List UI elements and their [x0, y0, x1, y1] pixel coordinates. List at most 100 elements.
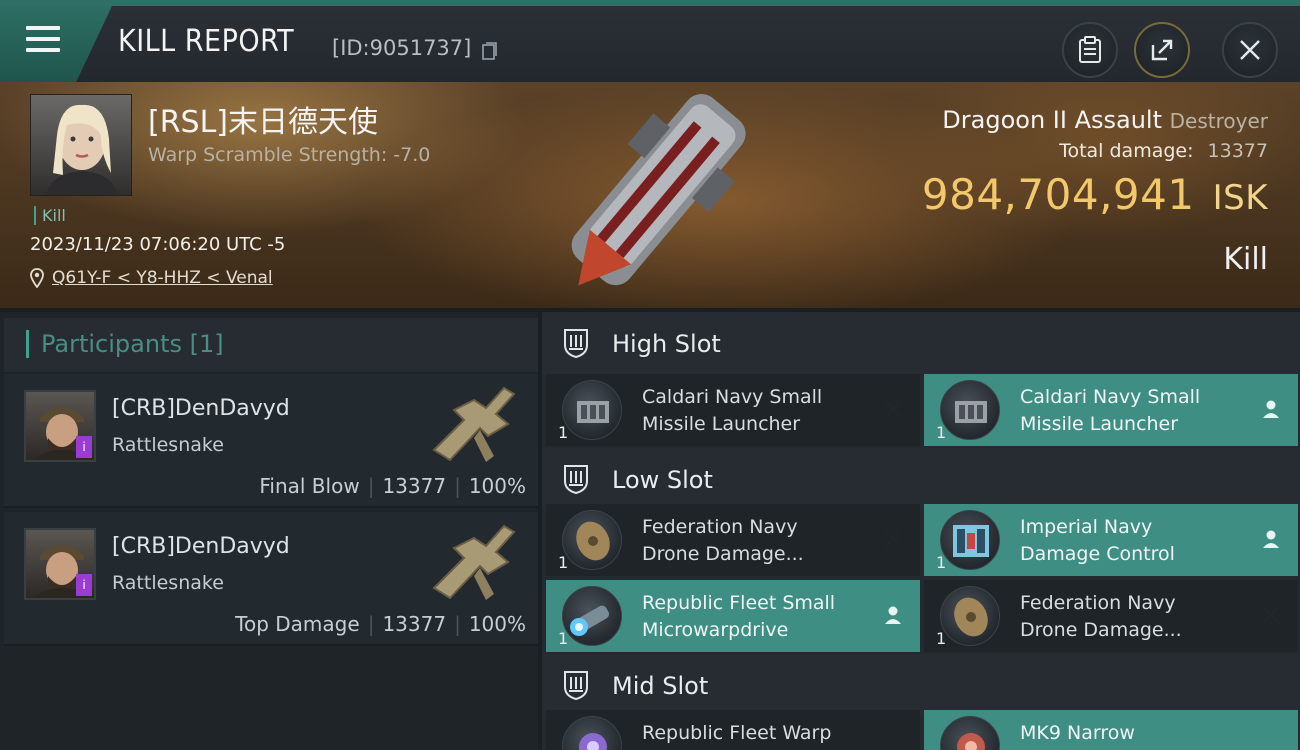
- missile-launcher-icon: [562, 380, 622, 440]
- mk9-module-icon: [940, 716, 1000, 750]
- missile-launcher-icon: [940, 380, 1000, 440]
- low-slot-icon: [564, 465, 588, 495]
- share-button[interactable]: [1134, 22, 1190, 78]
- module-name: Caldari Navy Small Missile Launcher: [642, 386, 823, 435]
- menu-icon: [26, 26, 60, 54]
- module-name: Federation Navy Drone Damage...: [1020, 592, 1182, 641]
- module-name: Caldari Navy Small Missile Launcher: [1020, 386, 1201, 435]
- participant-damage: 13377: [382, 474, 447, 498]
- mid-slot-icon: [564, 671, 588, 701]
- victim-portrait[interactable]: [30, 94, 132, 196]
- participants-title: Participants [1]: [26, 330, 224, 358]
- drone-damage-icon: [562, 510, 622, 570]
- participant-card[interactable]: i [CRB]DenDavyd Rattlesnake Top Damage | 1…: [4, 512, 538, 646]
- module-item[interactable]: 1 Federation Navy Drone Damage...: [924, 580, 1298, 652]
- kill-datetime: 2023/11/23 07:06:20 UTC -5: [30, 234, 286, 255]
- module-item[interactable]: 1 Caldari Navy Small Missile Launcher: [546, 374, 920, 446]
- participant-ship-image: [432, 386, 516, 462]
- participant-stats: Final Blow | 13377 | 100%: [259, 474, 526, 498]
- clipboard-button[interactable]: [1062, 22, 1118, 78]
- module-quantity: 1: [558, 423, 569, 442]
- module-item[interactable]: 1 Republic Fleet Small Microwarpdrive: [546, 580, 920, 652]
- warp-disruptor-icon: [562, 716, 622, 750]
- participant-badge: i: [76, 574, 92, 596]
- participant-avatar[interactable]: i: [24, 528, 96, 600]
- fitting-panel: High Slot 1 Caldari Navy Small Missile La…: [542, 308, 1300, 750]
- total-damage-value: 13377: [1207, 140, 1268, 162]
- module-quantity: 1: [936, 423, 947, 442]
- kill-result: Kill: [1223, 242, 1268, 277]
- copy-icon[interactable]: [482, 42, 498, 60]
- ship-class: Destroyer: [1169, 109, 1268, 133]
- participant-role: Top Damage: [235, 612, 360, 636]
- module-item[interactable]: 1 Federation Navy Drone Damage...: [546, 504, 920, 576]
- participant-card[interactable]: i [CRB]DenDavyd Rattlesnake Final Blow | 1…: [4, 374, 538, 508]
- kill-tag: Kill: [34, 206, 66, 225]
- victim-name[interactable]: [RSL]末日德天使: [148, 97, 378, 141]
- participants-title-text: Participants: [41, 330, 182, 358]
- mid-slot-header: Mid Slot: [542, 654, 1300, 716]
- dropped-person-icon: [1263, 530, 1279, 548]
- low-slot-label: Low Slot: [612, 466, 713, 494]
- mid-slot-label: Mid Slot: [612, 672, 709, 700]
- total-damage-label: Total damage:: [1059, 140, 1194, 162]
- menu-button[interactable]: [0, 6, 112, 82]
- module-item[interactable]: 1 Imperial Navy Damage Control: [924, 504, 1298, 576]
- microwarpdrive-icon: [562, 586, 622, 646]
- dropped-person-icon: [1263, 400, 1279, 418]
- module-quantity: 1: [558, 629, 569, 648]
- participant-percent: 100%: [468, 474, 526, 498]
- clipboard-icon: [1079, 36, 1101, 63]
- participant-name[interactable]: [CRB]DenDavyd: [112, 534, 290, 559]
- module-name: MK9 Narrow: [1020, 722, 1135, 744]
- warp-scramble-strength: Warp Scramble Strength: -7.0: [148, 144, 431, 166]
- dropped-person-icon: [885, 606, 901, 624]
- high-slot-header: High Slot: [542, 312, 1300, 374]
- participant-badge: i: [76, 436, 92, 458]
- module-item[interactable]: MK9 Narrow: [924, 710, 1298, 750]
- drone-damage-icon: [940, 586, 1000, 646]
- participant-percent: 100%: [468, 612, 526, 636]
- participant-ship-image: [432, 524, 516, 600]
- destroyed-icon: [1262, 606, 1280, 624]
- module-item[interactable]: Republic Fleet Warp: [546, 710, 920, 750]
- page-title: KILL REPORT: [118, 24, 295, 59]
- header-bar: KILL REPORT [ID:9051737]: [0, 0, 1300, 82]
- total-damage: Total damage: 13377: [1059, 140, 1268, 162]
- isk-unit: ISK: [1212, 178, 1268, 218]
- participant-avatar[interactable]: i: [24, 390, 96, 462]
- ship-image: [571, 94, 746, 286]
- participant-ship: Rattlesnake: [112, 434, 224, 456]
- participants-count: [1]: [189, 330, 224, 358]
- ship-name[interactable]: Dragoon II Assault: [942, 106, 1162, 134]
- module-item[interactable]: 1 Caldari Navy Small Missile Launcher: [924, 374, 1298, 446]
- location-link[interactable]: Q61Y-F < Y8-HHZ < Venal: [52, 268, 273, 288]
- participant-ship: Rattlesnake: [112, 572, 224, 594]
- module-quantity: 1: [936, 629, 947, 648]
- participant-name[interactable]: [CRB]DenDavyd: [112, 396, 290, 421]
- damage-control-icon: [940, 510, 1000, 570]
- module-name: Imperial Navy Damage Control: [1020, 516, 1175, 565]
- module-name: Republic Fleet Small Microwarpdrive: [642, 592, 836, 641]
- high-slot-label: High Slot: [612, 330, 721, 358]
- close-icon: [1240, 40, 1260, 60]
- participant-damage: 13377: [382, 612, 447, 636]
- destroyed-icon: [884, 530, 902, 548]
- location-pin-icon: [30, 268, 44, 288]
- module-name: Republic Fleet Warp: [642, 722, 832, 744]
- participants-panel: Participants [1] i [CRB]DenDavyd Rattles…: [0, 308, 538, 750]
- module-name: Federation Navy Drone Damage...: [642, 516, 804, 565]
- participant-stats: Top Damage | 13377 | 100%: [235, 612, 526, 636]
- low-slot-header: Low Slot: [542, 448, 1300, 510]
- participants-header: Participants [1]: [4, 318, 538, 372]
- module-quantity: 1: [936, 553, 947, 572]
- module-quantity: 1: [558, 553, 569, 572]
- isk-value: 984,704,941 ISK: [922, 170, 1268, 219]
- high-slot-icon: [564, 329, 588, 359]
- victim-banner: [RSL]末日德天使 Warp Scramble Strength: -7.0 …: [0, 82, 1300, 308]
- close-button[interactable]: [1222, 22, 1278, 78]
- isk-amount: 984,704,941: [921, 170, 1195, 219]
- share-icon: [1151, 39, 1173, 61]
- participant-role: Final Blow: [259, 474, 360, 498]
- report-id: [ID:9051737]: [332, 36, 472, 60]
